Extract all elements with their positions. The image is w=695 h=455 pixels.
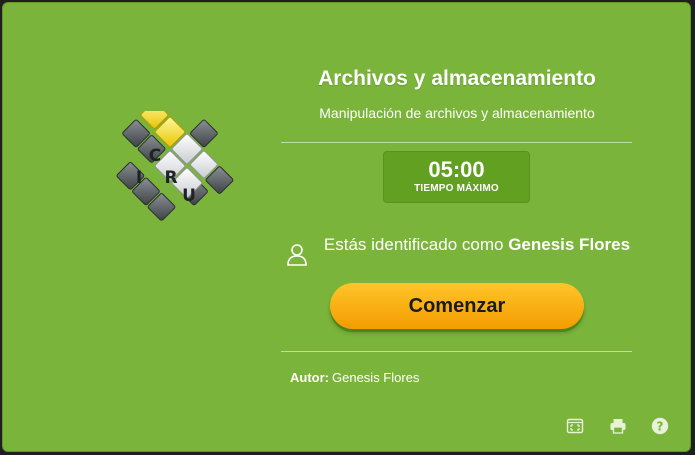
timer-box: 05:00 TIEMPO MÁXIMO — [383, 151, 530, 203]
quiz-title: Archivos y almacenamiento — [318, 67, 596, 90]
logo-letter: I — [136, 168, 142, 188]
start-button[interactable]: Comenzar — [330, 283, 584, 329]
print-icon[interactable] — [609, 417, 627, 435]
author-label: Autor: — [290, 370, 329, 385]
logo-letter: C — [149, 146, 161, 166]
identity-user-name: Genesis Flores — [508, 235, 631, 254]
logo-letter: R — [164, 168, 177, 188]
identity-text: Estás identificado como Genesis Flores — [321, 235, 633, 255]
help-icon[interactable]: ? — [651, 417, 669, 435]
author-name: Genesis Flores — [332, 370, 420, 385]
timer-label: TIEMPO MÁXIMO — [414, 183, 499, 194]
logo-letter: U — [182, 186, 196, 206]
divider — [281, 351, 632, 352]
divider — [281, 142, 632, 143]
timer-value: 05:00 — [428, 157, 485, 182]
crossword-logo-icon: C I R U — [116, 111, 234, 221]
user-icon — [287, 244, 307, 266]
identity-prefix: Estás identificado como — [323, 235, 504, 254]
fullscreen-icon[interactable] — [566, 417, 584, 435]
author-line: Autor: Genesis Flores — [290, 370, 419, 385]
quiz-subtitle: Manipulación de archivos y almacenamient… — [319, 105, 595, 121]
svg-text:?: ? — [657, 419, 664, 433]
quiz-intro-panel: C I R U Archivos y almacenamiento Manipu… — [2, 2, 691, 452]
